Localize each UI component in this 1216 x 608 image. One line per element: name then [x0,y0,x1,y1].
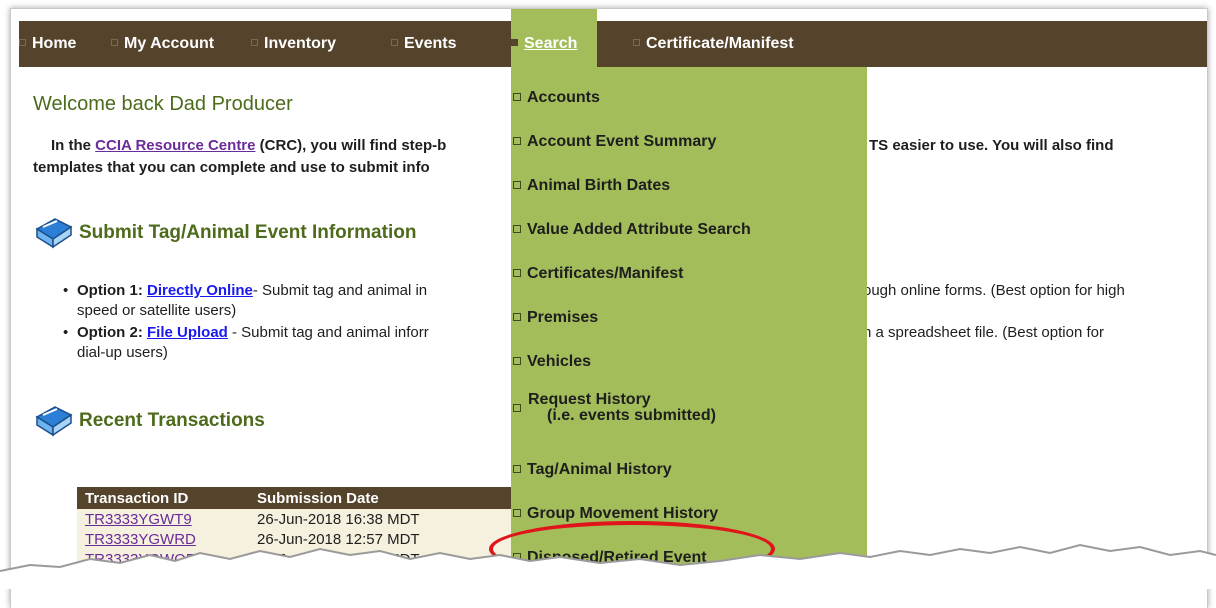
menu-item-premises[interactable]: Premises [511,309,867,327]
welcome-heading: Welcome back Dad Producer [33,93,293,115]
column-header-transaction-id: Transaction ID [77,487,249,509]
nav-home-label: Home [32,35,77,52]
crc-link[interactable]: CCIA Resource Centre [95,137,255,154]
nav-my-account-label: My Account [124,35,215,52]
menu-item-label: Vehicles [527,353,592,370]
checkbox-icon [513,464,521,473]
checkbox-icon [513,136,521,145]
menu-item-accounts[interactable]: Accounts [511,89,867,107]
nav-search[interactable]: Search [511,9,598,67]
option-2-text: - Submit tag and animal inforr [227,324,429,341]
checkbox-icon [513,224,521,233]
menu-item-account-event-summary[interactable]: Account Event Summary [511,133,867,151]
nav-my-account[interactable]: My Account [111,21,214,67]
nav-inventory-label: Inventory [264,35,337,52]
file-upload-link[interactable]: File Upload [147,324,228,341]
bullet-icon [391,39,398,47]
torn-edge-decoration [0,543,1216,589]
nav-certificate-manifest[interactable]: Certificate/Manifest [633,21,794,67]
menu-item-value-added-attribute-search[interactable]: Value Added Attribute Search [511,221,867,239]
menu-item-tag-animal-history[interactable]: Tag/Animal History [511,461,867,479]
menu-item-sublabel: (i.e. events submitted) [547,407,716,424]
nav-home[interactable]: Home [19,21,76,67]
menu-item-label: Premises [527,309,599,326]
book-icon [33,403,75,439]
transaction-id-link[interactable]: TR3333YGWT9 [85,511,192,528]
option-1-text: - Submit tag and animal in [252,282,428,299]
nav-events-label: Events [404,35,457,52]
browser-frame: Home My Account Inventory Events Search … [10,8,1208,608]
submit-section-heading: Submit Tag/Animal Event Information [33,215,416,251]
recent-section-heading: Recent Transactions [33,403,265,439]
bullet-icon [633,39,640,47]
bullet-icon [19,39,26,47]
nav-certificate-manifest-label: Certificate/Manifest [646,35,794,52]
menu-item-vehicles[interactable]: Vehicles [511,353,867,371]
menu-item-animal-birth-dates[interactable]: Animal Birth Dates [511,177,867,195]
menu-item-group-movement-history[interactable]: Group Movement History [511,505,867,523]
nav-inventory[interactable]: Inventory [251,21,336,67]
menu-item-request-history[interactable]: Request History (i.e. events submitted) [511,391,867,424]
option-1-label: Option 1: [77,282,143,299]
intro-line1-right: TS easier to use. You will also find [869,137,1114,154]
checkbox-icon [513,508,521,517]
option-2-label: Option 2: [77,324,143,341]
bullet-icon [511,39,518,47]
checkbox-icon [513,404,521,412]
menu-item-label: Group Movement History [527,505,719,522]
recent-section-title: Recent Transactions [79,410,265,432]
checkbox-icon [513,268,521,277]
bullet-icon [111,39,118,47]
nav-events[interactable]: Events [391,21,456,67]
search-dropdown-menu: Accounts Account Event Summary Animal Bi… [511,67,867,579]
intro-line1: (CRC), you will find step-b [255,137,447,154]
option-2-text-right: h a spreadsheet file. (Best option for [863,324,1104,341]
menu-item-label: Tag/Animal History [527,461,672,478]
checkbox-icon [513,92,521,101]
top-nav-bar: Home My Account Inventory Events Search … [19,9,1207,67]
option-1-text-right: ough online forms. (Best option for high [863,282,1125,299]
menu-item-label: Certificates/Manifest [527,265,684,282]
checkbox-icon [513,356,521,365]
menu-item-label: Animal Birth Dates [527,177,671,194]
menu-item-label: Account Event Summary [527,133,717,150]
menu-item-label: Value Added Attribute Search [527,221,751,238]
submit-section-title: Submit Tag/Animal Event Information [79,222,417,244]
checkbox-icon [513,180,521,189]
directly-online-link[interactable]: Directly Online [147,282,253,299]
checkbox-icon [513,312,521,321]
menu-item-label: Accounts [527,89,600,106]
intro-prefix: In the [51,137,96,154]
nav-search-label: Search [524,35,578,52]
book-icon [33,215,75,251]
bullet-icon [251,39,258,47]
menu-item-certificates-manifest[interactable]: Certificates/Manifest [511,265,867,283]
